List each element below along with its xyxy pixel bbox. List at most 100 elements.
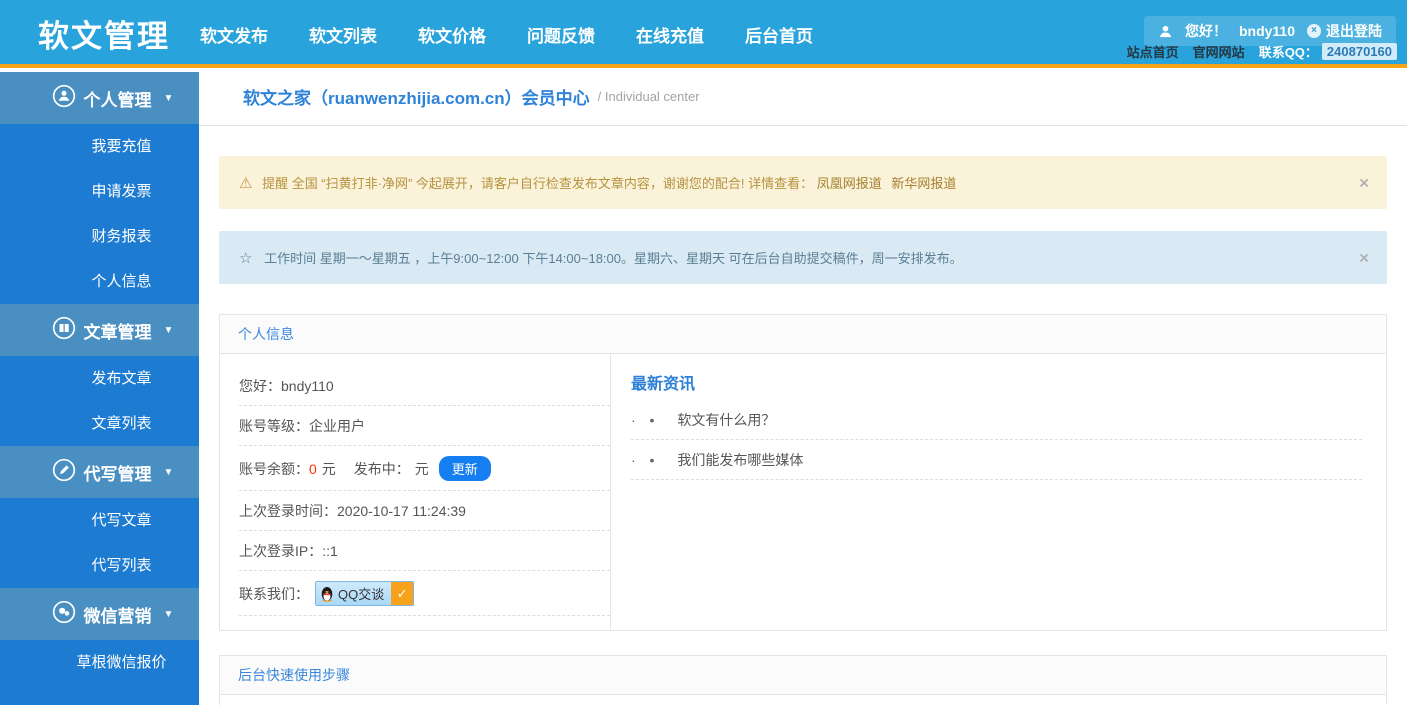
chevron-down-icon: ▼ <box>163 324 174 336</box>
sidebar-item-ghostwrite-article[interactable]: 代写文章 <box>0 498 199 543</box>
warning-icon: ⚠ <box>239 175 253 192</box>
nav-item-backend-home[interactable]: 后台首页 <box>745 22 813 47</box>
warning-text: 提醒 全国 “扫黄打非·净网” 今起展开，请客户自行检查发布文章内容，谢谢您的配… <box>262 176 814 191</box>
warning-link-xinhua[interactable]: 新华网报道 <box>891 176 956 191</box>
app-logo[interactable]: 软文管理 <box>38 11 170 56</box>
chevron-down-icon: ▼ <box>163 466 174 478</box>
page-title: 软文之家（ruanwenzhijia.com.cn）会员中心 <box>243 89 590 108</box>
warning-alert: ⚠ 提醒 全国 “扫黄打非·净网” 今起展开，请客户自行检查发布文章内容，谢谢您… <box>219 156 1387 209</box>
field-value-username: bndy110 <box>281 378 334 394</box>
qq-penguin-icon <box>320 586 334 602</box>
sidebar-item-recharge[interactable]: 我要充值 <box>0 124 199 169</box>
contact-qq-number[interactable]: 240870160 <box>1321 43 1397 60</box>
user-greeting: 您好！ <box>1184 23 1227 39</box>
news-column: 最新资讯 · • 软文有什么用？ · • 我们能发布哪些媒体 <box>610 354 1386 630</box>
profile-fields: 您好： bndy110 账号等级： 企业用户 账号余额： 0 元 发布中： 元 … <box>220 354 610 630</box>
user-icon <box>1158 24 1173 39</box>
chevron-down-icon: ▼ <box>163 608 174 620</box>
field-account-level: 账号等级： 企业用户 <box>239 406 610 446</box>
field-value-level: 企业用户 <box>309 418 365 434</box>
qq-chat-label: QQ交谈 <box>338 587 385 602</box>
field-last-login-ip: 上次登录IP： ::1 <box>239 531 610 571</box>
page-subtitle: / Individual center <box>597 89 700 104</box>
site-home-link[interactable]: 站点首页 <box>1127 42 1179 61</box>
publishing-label: 发布中： <box>353 460 410 477</box>
logout-icon: × <box>1307 24 1321 38</box>
sidebar-section-articles[interactable]: 文章管理 ▼ <box>0 304 199 356</box>
profile-panel: 个人信息 您好： bndy110 账号等级： 企业用户 账号余额： 0 元 发布… <box>219 314 1387 631</box>
quick-steps-panel: 后台快速使用步骤 Step1：注册账号 注册账号，填写账号、密码、联系方式，点击… <box>219 655 1387 705</box>
logout-label: 退出登陆 <box>1326 23 1382 39</box>
news-item[interactable]: · • 我们能发布哪些媒体 <box>631 440 1362 480</box>
last-login-value: 2020-10-17 11:24:39 <box>337 503 466 519</box>
contact-qq-label: 联系QQ： <box>1258 45 1318 60</box>
top-bar: 软文管理 软文发布 软文列表 软文价格 问题反馈 在线充值 后台首页 您好！ b… <box>0 0 1407 68</box>
balance-unit: 元 <box>321 460 336 477</box>
top-links: 站点首页 官网网站 联系QQ： 240870160 <box>1127 42 1397 61</box>
news-item-label: 软文有什么用？ <box>677 412 776 428</box>
logout-button[interactable]: × 退出登陆 <box>1307 21 1382 41</box>
qq-chat-button[interactable]: QQ交谈 ✓ <box>315 581 415 606</box>
info-text: 工作时间 星期一～星期五 ，上午9:00~12:00 下午14:00~18:00… <box>264 251 963 266</box>
bullet-icon: · • <box>631 452 660 468</box>
field-label: 联系我们： <box>239 585 309 602</box>
balance-value: 0 <box>309 460 317 477</box>
news-item-label: 我们能发布哪些媒体 <box>677 452 804 468</box>
close-icon[interactable]: × <box>1359 174 1369 191</box>
nav-item-list[interactable]: 软文列表 <box>309 22 377 47</box>
sidebar-item-ghostwrite-list[interactable]: 代写列表 <box>0 543 199 588</box>
sidebar-item-publish-article[interactable]: 发布文章 <box>0 356 199 401</box>
writing-icon <box>52 458 76 487</box>
sidebar-section-title: 代写管理 <box>83 464 152 484</box>
breadcrumb: 软文之家（ruanwenzhijia.com.cn）会员中心 / Individ… <box>199 68 1407 126</box>
news-title: 最新资讯 <box>631 376 696 393</box>
publishing-unit: 元 <box>414 460 429 477</box>
bullet-icon: · • <box>631 412 660 428</box>
top-nav: 软文发布 软文列表 软文价格 问题反馈 在线充值 后台首页 <box>200 22 813 47</box>
warning-link-ifeng[interactable]: 凤凰网报道 <box>817 176 882 191</box>
info-alert: ☆ 工作时间 星期一～星期五 ，上午9:00~12:00 下午14:00~18:… <box>219 231 1387 284</box>
field-label: 上次登录IP： <box>239 543 323 559</box>
field-label: 您好： <box>239 378 281 394</box>
content: ⚠ 提醒 全国 “扫黄打非·净网” 今起展开，请客户自行检查发布文章内容，谢谢您… <box>199 156 1407 705</box>
field-balance: 账号余额： 0 元 发布中： 元 更新 <box>239 446 610 491</box>
step-1-row: Step1：注册账号 注册账号，填写账号、密码、联系方式，点击[提交]完成注册 <box>220 695 1386 705</box>
sidebar-item-personal-info[interactable]: 个人信息 <box>0 259 199 304</box>
sidebar-section-title: 微信营销 <box>83 606 152 626</box>
sidebar-section-ghostwriting[interactable]: 代写管理 ▼ <box>0 446 199 498</box>
article-icon <box>52 316 76 345</box>
official-site-link[interactable]: 官网网站 <box>1193 42 1245 61</box>
sidebar-item-invoice[interactable]: 申请发票 <box>0 169 199 214</box>
news-item[interactable]: · • 软文有什么用？ <box>631 400 1362 440</box>
sidebar-section-personal[interactable]: 个人管理 ▼ <box>0 72 199 124</box>
wechat-icon <box>52 600 76 629</box>
close-icon[interactable]: × <box>1359 249 1369 266</box>
sidebar-section-wechat[interactable]: 微信营销 ▼ <box>0 588 199 640</box>
nav-item-feedback[interactable]: 问题反馈 <box>527 22 595 47</box>
chevron-down-icon: ▼ <box>163 92 174 104</box>
field-contact-us: 联系我们： QQ交谈 ✓ <box>239 571 610 616</box>
update-button[interactable]: 更新 <box>438 456 491 481</box>
field-last-login-time: 上次登录时间： 2020-10-17 11:24:39 <box>239 491 610 531</box>
nav-item-price[interactable]: 软文价格 <box>418 22 486 47</box>
field-label: 账号等级： <box>239 418 309 434</box>
nav-item-publish[interactable]: 软文发布 <box>200 22 268 47</box>
main-area: 软文之家（ruanwenzhijia.com.cn）会员中心 / Individ… <box>199 68 1407 705</box>
sidebar-item-grassroots-wechat-quote[interactable]: 草根微信报价 <box>0 640 199 685</box>
field-label: 上次登录时间： <box>239 503 337 519</box>
person-icon <box>52 84 76 113</box>
star-icon: ☆ <box>239 250 253 267</box>
profile-panel-title: 个人信息 <box>220 315 1386 354</box>
sidebar-item-finance-report[interactable]: 财务报表 <box>0 214 199 259</box>
last-ip-value: ::1 <box>322 543 338 559</box>
sidebar-section-title: 文章管理 <box>83 322 152 342</box>
sidebar-item-article-list[interactable]: 文章列表 <box>0 401 199 446</box>
username: bndy110 <box>1238 23 1295 39</box>
field-label: 账号余额： <box>239 460 309 477</box>
nav-item-recharge[interactable]: 在线充值 <box>636 22 704 47</box>
shield-check-icon: ✓ <box>391 582 414 605</box>
field-greeting: 您好： bndy110 <box>239 366 610 406</box>
quick-steps-title: 后台快速使用步骤 <box>220 656 1386 695</box>
sidebar-section-title: 个人管理 <box>83 90 152 110</box>
sidebar: 个人管理 ▼ 我要充值 申请发票 财务报表 个人信息 文章管理 ▼ 发布文章 文… <box>0 72 199 705</box>
